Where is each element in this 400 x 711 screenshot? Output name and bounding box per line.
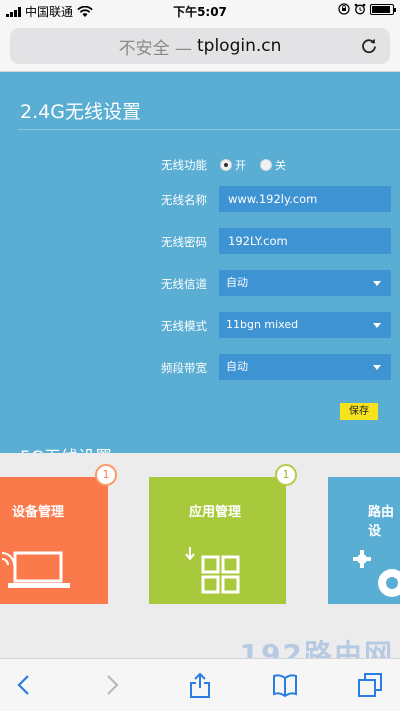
radio-off-label: 关 xyxy=(275,159,286,172)
wireless-function-radio-group: 开 关 xyxy=(220,157,300,173)
row-bandwidth: 频段带宽 自动 xyxy=(0,354,400,382)
wireless-password-input[interactable]: 192LY.com xyxy=(219,228,391,254)
bandwidth-value: 自动 xyxy=(226,360,248,373)
wireless-name-input[interactable]: www.192ly.com xyxy=(219,186,391,212)
tabs-icon[interactable] xyxy=(357,672,383,698)
bandwidth-label: 频段带宽 xyxy=(161,361,207,375)
tile-label: 设备管理 xyxy=(12,505,65,520)
wireless-name-label: 无线名称 xyxy=(161,193,207,207)
status-bar: 中国联通 下午5:07 xyxy=(0,0,400,22)
bookmarks-icon[interactable] xyxy=(272,672,298,698)
notification-badge: 1 xyxy=(95,464,117,486)
battery-icon xyxy=(370,3,396,15)
orientation-lock-icon xyxy=(338,3,350,15)
row-wireless-name: 无线名称 www.192ly.com xyxy=(0,186,400,214)
radio-on[interactable] xyxy=(220,159,232,171)
wireless-password-label: 无线密码 xyxy=(161,235,207,249)
chevron-down-icon xyxy=(373,365,381,370)
row-wireless-channel: 无线信道 自动 xyxy=(0,270,400,298)
row-wireless-mode: 无线模式 11bgn mixed xyxy=(0,312,400,340)
section-divider xyxy=(18,129,400,130)
wireless-mode-value: 11bgn mixed xyxy=(226,318,299,331)
address-bar[interactable]: 不安全 — tplogin.cn xyxy=(10,28,390,64)
bandwidth-select[interactable]: 自动 xyxy=(219,354,391,380)
wireless-mode-label: 无线模式 xyxy=(161,319,207,333)
apps-grid-icon xyxy=(185,547,240,594)
chevron-down-icon xyxy=(373,323,381,328)
tile-label: 应用管理 xyxy=(189,505,242,520)
laptop-icon xyxy=(1,551,70,588)
forward-icon[interactable] xyxy=(98,672,124,698)
tile-device-management[interactable]: 1 设备管理 xyxy=(0,464,117,604)
radio-on-label: 开 xyxy=(235,159,246,172)
alarm-icon xyxy=(354,3,366,15)
tile-app-management[interactable]: 1 应用管理 xyxy=(149,464,297,604)
wireless-function-label: 无线功能 xyxy=(161,158,207,172)
tile-router-settings[interactable]: 路由设 xyxy=(328,477,400,604)
status-right xyxy=(338,3,396,15)
section-title-24g: 2.4G无线设置 xyxy=(20,101,141,123)
wireless-channel-label: 无线信道 xyxy=(161,277,207,291)
gear-icon xyxy=(353,550,400,597)
chevron-down-icon xyxy=(373,281,381,286)
browser-address-area: 不安全 — tplogin.cn xyxy=(0,22,400,72)
tile-label: 路由设 xyxy=(368,505,395,539)
reload-icon[interactable] xyxy=(360,37,378,55)
url-domain: tplogin.cn xyxy=(197,36,282,56)
back-icon[interactable] xyxy=(12,672,38,698)
browser-toolbar xyxy=(0,658,400,711)
notification-badge: 1 xyxy=(275,464,297,486)
row-wireless-password: 无线密码 192LY.com xyxy=(0,228,400,256)
screen: 中国联通 下午5:07 不安全 — tplogin.cn 2.4G无线设置 无线… xyxy=(0,0,400,711)
wireless-channel-value: 自动 xyxy=(226,276,248,289)
share-icon[interactable] xyxy=(187,672,213,698)
wireless-channel-select[interactable]: 自动 xyxy=(219,270,391,296)
save-button[interactable]: 保存 xyxy=(340,403,378,420)
row-wireless-function: 无线功能 开 关 xyxy=(0,151,400,179)
wireless-mode-select[interactable]: 11bgn mixed xyxy=(219,312,391,338)
radio-off[interactable] xyxy=(260,159,272,171)
insecure-label: 不安全 — xyxy=(118,38,192,59)
wireless-settings-page: 2.4G无线设置 无线功能 开 关 无线名称 www.192ly.com 无线密… xyxy=(0,73,400,468)
app-tiles-panel: 1 设备管理 1 应用管理 路由设 xyxy=(0,453,400,658)
